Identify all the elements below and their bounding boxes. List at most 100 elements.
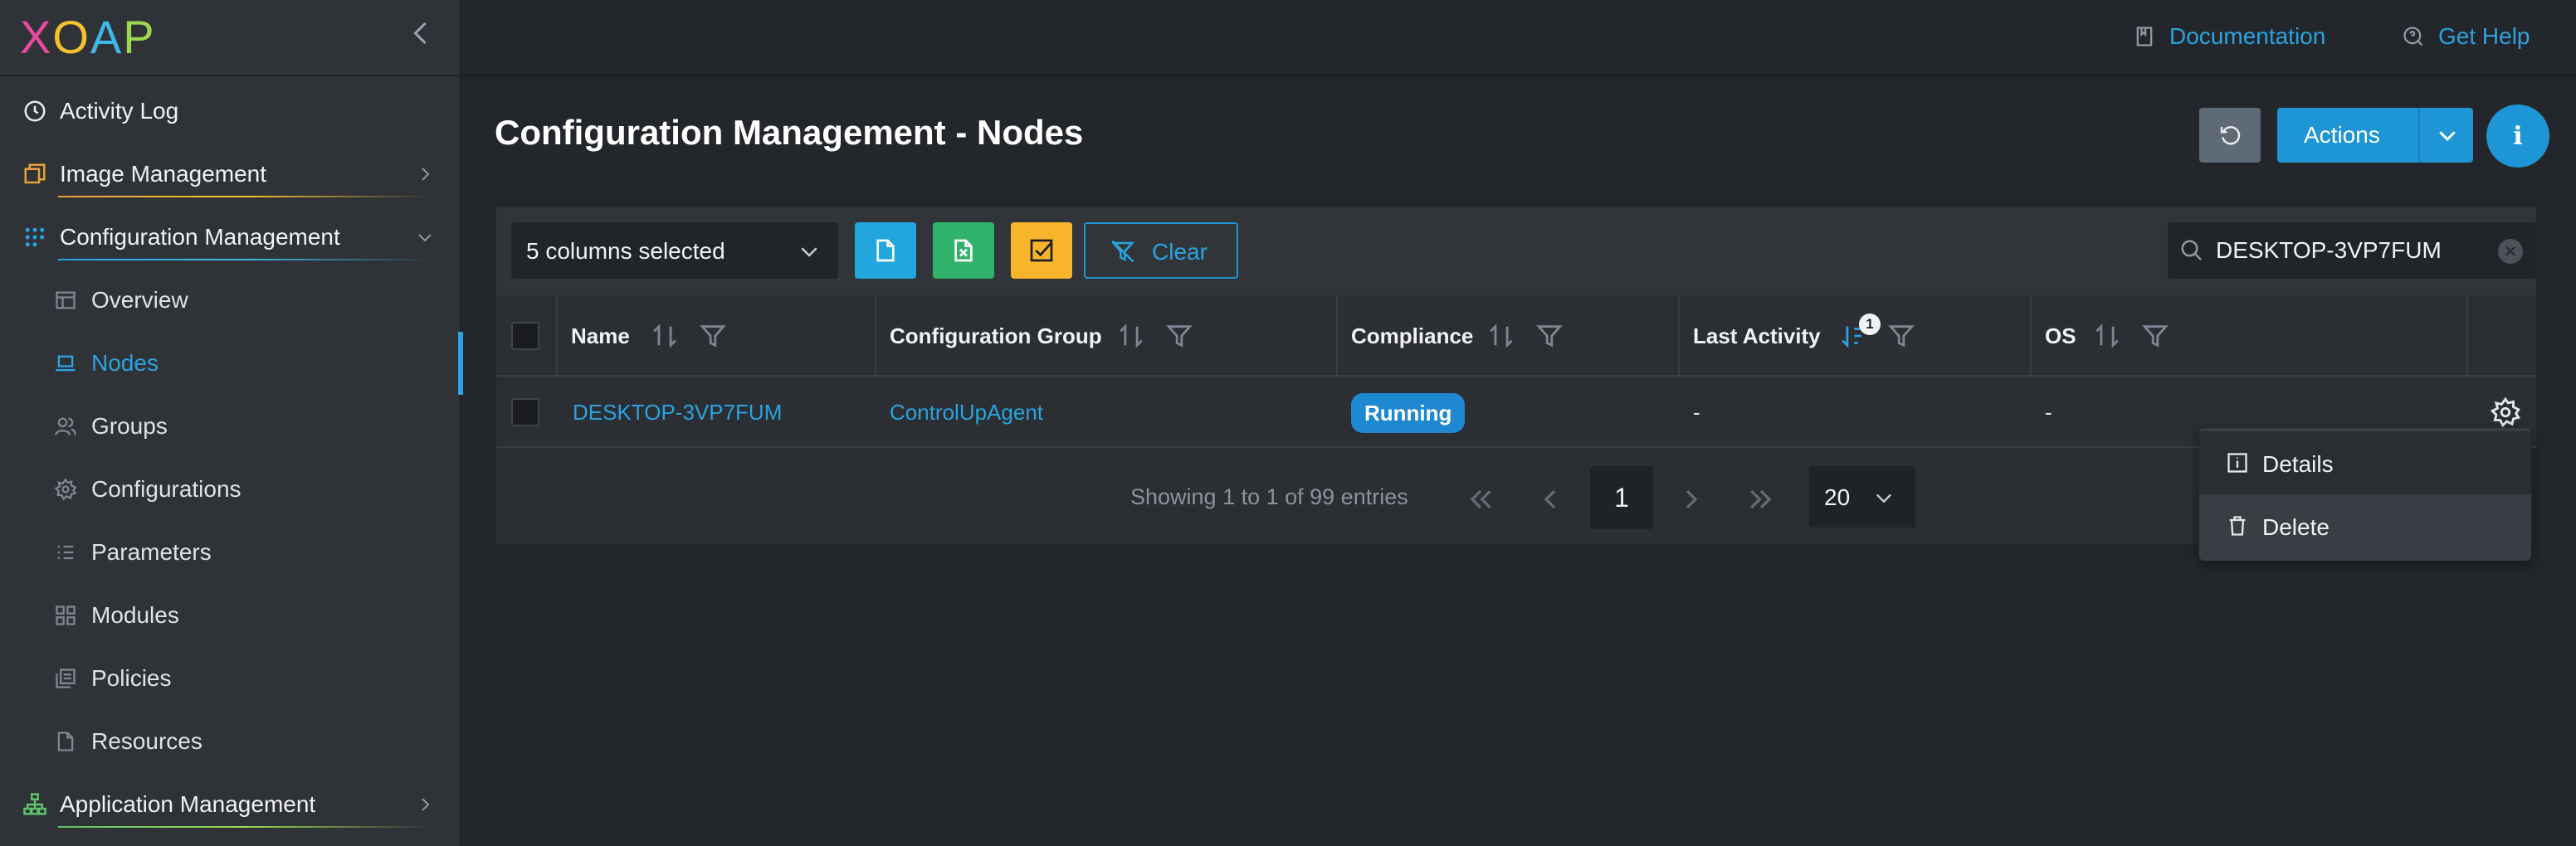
list-icon [53, 540, 78, 565]
header-label: Compliance [1351, 323, 1474, 348]
chevron-right-icon [422, 168, 430, 181]
search-icon [2181, 240, 2203, 261]
divider [58, 259, 432, 260]
page-size-select[interactable]: 20 [1809, 466, 1915, 528]
menu-item-label: Delete [2262, 514, 2330, 540]
filter-icon[interactable] [2141, 322, 2169, 350]
export-excel-button[interactable] [933, 222, 994, 279]
header-label: Last Activity [1693, 323, 1821, 348]
sidebar-item-nodes[interactable]: Nodes [0, 332, 463, 395]
filter-icon[interactable] [699, 322, 727, 350]
sidebar-item-label: Modules [91, 602, 179, 628]
sidebar-item-label: Policies [91, 665, 172, 691]
sidebar-item-label: Nodes [91, 350, 159, 376]
last-page-icon[interactable] [1744, 483, 1778, 516]
table-toolbar: 5 columns selected Clear ✕ [496, 207, 2536, 295]
active-indicator [458, 332, 463, 395]
file-excel-icon [954, 239, 973, 262]
os-cell: - [2045, 399, 2052, 425]
trash-icon [2229, 516, 2246, 536]
book-icon [2136, 27, 2153, 46]
clear-filters-button[interactable]: Clear [1084, 222, 1238, 279]
header-label: Configuration Group [890, 323, 1102, 348]
sidebar-item-policies[interactable]: Policies [0, 647, 461, 710]
page-title: Configuration Management - Nodes [495, 113, 1084, 152]
clear-search-icon[interactable]: ✕ [2498, 239, 2523, 264]
header-name[interactable]: Name [571, 295, 630, 377]
sidebar-item-overview[interactable]: Overview [0, 269, 461, 332]
menu-item-delete[interactable]: Delete [2199, 494, 2531, 557]
header-compliance[interactable]: Compliance [1351, 295, 1473, 377]
export-csv-button[interactable] [855, 222, 916, 279]
table-header: Name Configuration Group Compliance Last… [496, 295, 2536, 377]
status-badge: Running [1351, 393, 1466, 433]
row-settings-gear-icon[interactable] [2490, 396, 2521, 428]
sidebar-item-parameters[interactable]: Parameters [0, 521, 461, 584]
sitemap-icon [22, 791, 48, 818]
header-label: Name [571, 323, 630, 348]
configuration-group-link[interactable]: ControlUpAgent [890, 377, 1043, 448]
row-checkbox[interactable] [511, 398, 539, 426]
top-bar: Documentation Get Help [463, 0, 2576, 76]
menu-item-label: Details [2262, 451, 2334, 477]
chevron-down-icon[interactable] [2435, 123, 2460, 148]
collapse-sidebar-icon[interactable] [407, 17, 437, 50]
header-configuration-group[interactable]: Configuration Group [890, 295, 1102, 377]
logo-bar: X O A P [0, 0, 461, 76]
actions-button[interactable]: Actions [2277, 108, 2473, 163]
sort-icon[interactable] [2093, 322, 2121, 350]
sidebar-item-activity-log[interactable]: Activity Log [0, 80, 461, 143]
search-input[interactable] [2216, 222, 2481, 279]
xoap-logo[interactable]: X O A P [20, 10, 156, 63]
gear-icon [53, 477, 78, 502]
sidebar-item-groups[interactable]: Groups [0, 395, 461, 458]
chevron-down-icon [1876, 494, 1891, 503]
file-icon [876, 239, 895, 262]
first-page-icon[interactable] [1464, 483, 1497, 516]
checkbox-icon [1030, 239, 1053, 262]
sidebar-item-application-management[interactable]: Application Management [0, 773, 461, 836]
select-all-button[interactable] [1011, 222, 1072, 279]
sort-icon[interactable] [1487, 322, 1515, 350]
layout-icon [53, 288, 78, 313]
logo-letter: X [20, 10, 53, 63]
header-last-activity[interactable]: Last Activity [1693, 295, 1821, 377]
logo-letter: P [123, 10, 156, 63]
filter-icon[interactable] [1535, 322, 1564, 350]
filter-clear-icon [1110, 240, 1135, 263]
help-chat-icon [2403, 27, 2423, 46]
grid-dots-icon [22, 224, 48, 250]
header-os[interactable]: OS [2045, 295, 2076, 377]
sidebar-item-configuration-management[interactable]: Configuration Management [0, 206, 461, 269]
documentation-link[interactable]: Documentation [2133, 20, 2325, 53]
sidebar-item-label: Application Management [60, 791, 316, 817]
current-page-button[interactable]: 1 [1590, 466, 1653, 529]
filter-icon[interactable] [1887, 322, 1915, 350]
previous-page-icon[interactable] [1534, 483, 1567, 516]
sort-icon[interactable] [651, 322, 679, 350]
sidebar-item-configurations[interactable]: Configurations [0, 458, 461, 521]
sidebar-item-resources[interactable]: Resources [0, 710, 461, 773]
divider [58, 196, 432, 197]
filter-icon[interactable] [1165, 322, 1193, 350]
refresh-button[interactable] [2199, 108, 2261, 163]
page-size-value: 20 [1824, 484, 1851, 510]
sidebar-item-image-management[interactable]: Image Management [0, 143, 461, 206]
documentation-label: Documentation [2169, 23, 2326, 49]
refresh-icon [2220, 126, 2241, 145]
sidebar-item-label: Image Management [60, 161, 267, 187]
info-button[interactable]: i [2486, 105, 2549, 168]
sort-icon[interactable] [1117, 322, 1145, 350]
sidebar-item-label: Configuration Management [60, 224, 340, 250]
node-name-link[interactable]: DESKTOP-3VP7FUM [573, 377, 782, 448]
chevron-down-icon [801, 247, 817, 257]
sidebar-item-label: Configurations [91, 476, 242, 502]
next-page-icon[interactable] [1675, 483, 1708, 516]
sidebar-item-label: Overview [91, 287, 188, 313]
get-help-link[interactable]: Get Help [2402, 20, 2530, 53]
menu-item-details[interactable]: Details [2199, 431, 2531, 494]
file-icon [53, 729, 78, 754]
sidebar-item-modules[interactable]: Modules [0, 584, 461, 647]
select-all-checkbox[interactable] [511, 322, 539, 350]
columns-select[interactable]: 5 columns selected [511, 222, 838, 279]
